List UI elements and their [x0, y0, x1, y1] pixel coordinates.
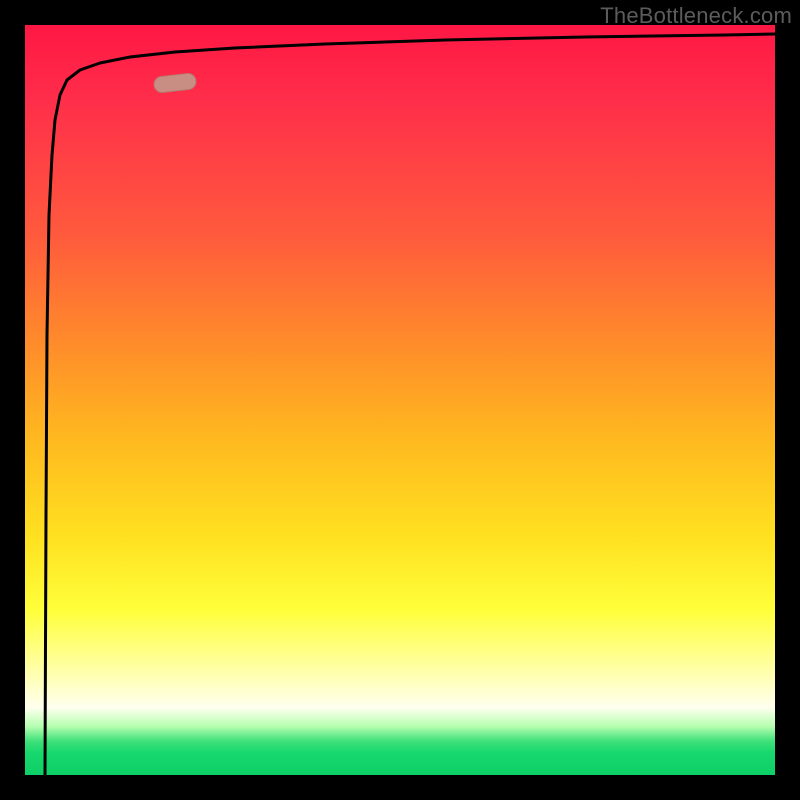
chart-frame — [0, 0, 800, 800]
chart-root: TheBottleneck.com — [0, 0, 800, 800]
attribution-text: TheBottleneck.com — [600, 3, 792, 29]
